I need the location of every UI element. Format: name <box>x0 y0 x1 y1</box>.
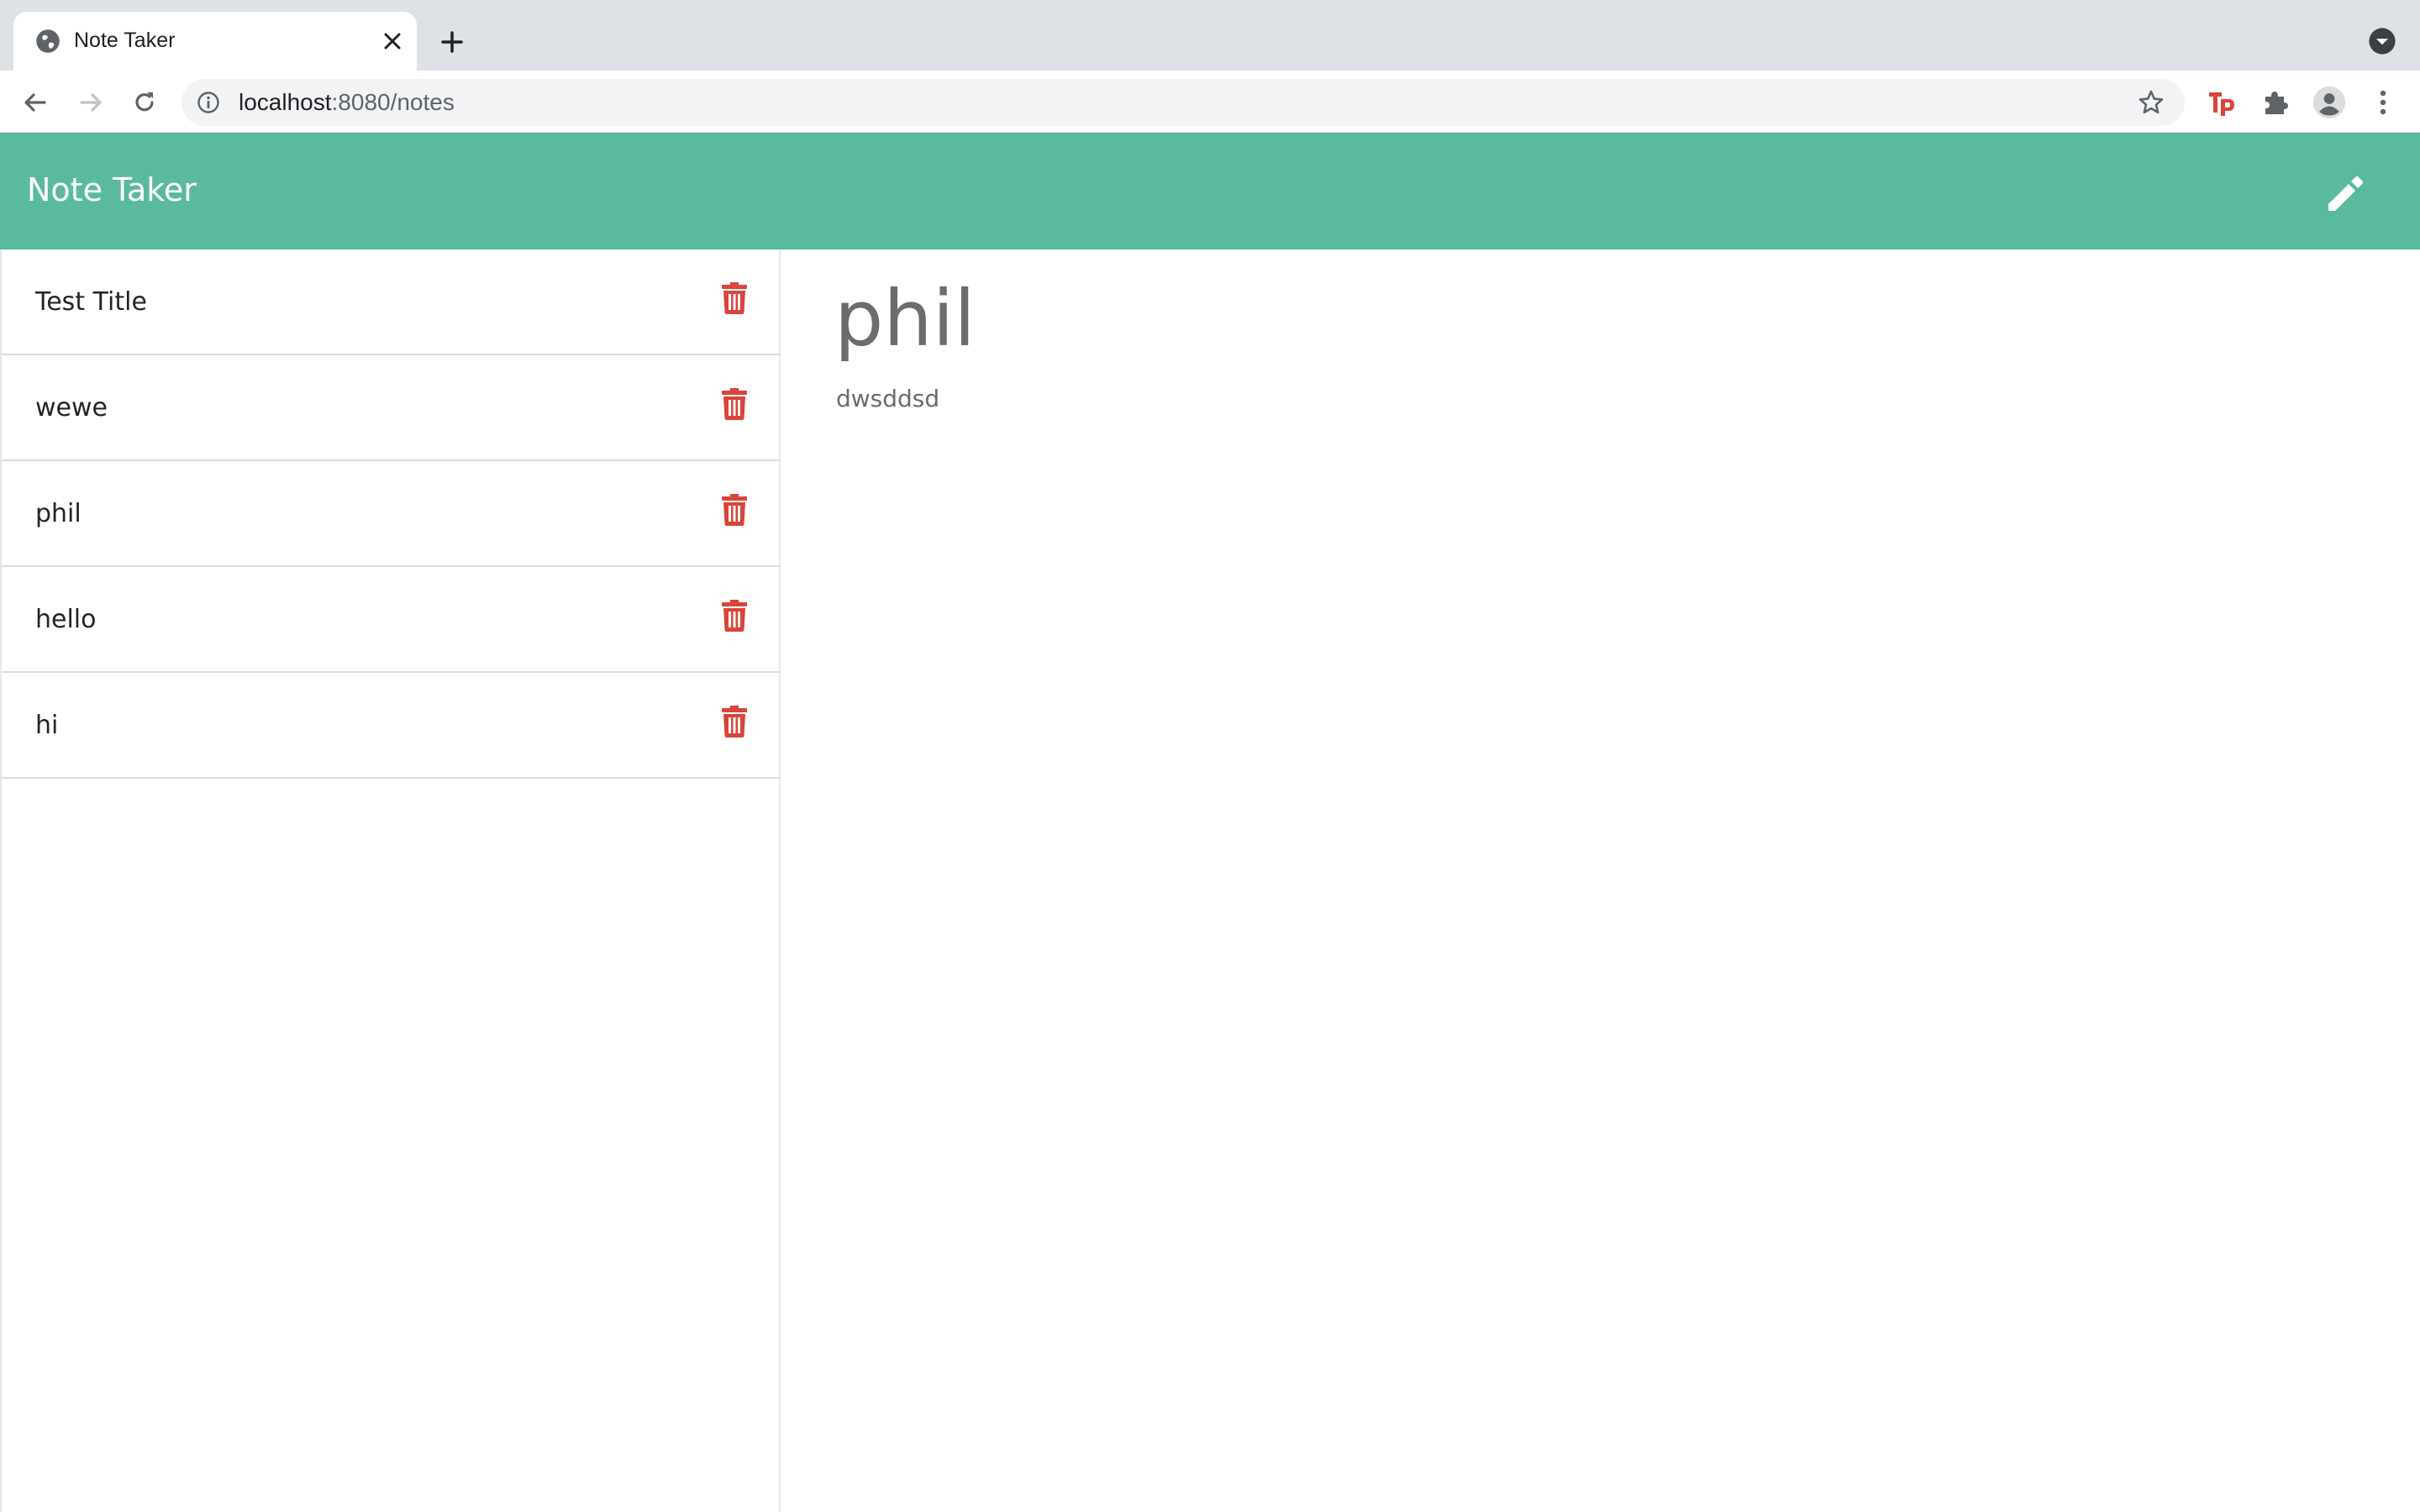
trash-icon <box>722 494 747 526</box>
plus-icon <box>441 31 463 53</box>
arrow-right-icon <box>80 93 102 112</box>
app-title[interactable]: Note Taker <box>27 170 197 210</box>
note-list-item[interactable]: Test Title <box>2 249 781 355</box>
note-list-item[interactable]: hello <box>2 567 781 673</box>
browser-tab[interactable]: Note Taker <box>13 12 417 71</box>
reload-button[interactable] <box>128 86 161 119</box>
note-list-item[interactable]: wewe <box>2 355 781 461</box>
avatar-icon <box>2312 86 2346 119</box>
new-note-button[interactable] <box>2319 166 2373 220</box>
note-list-item[interactable]: hi <box>2 673 781 779</box>
trash-icon <box>722 388 747 420</box>
info-icon[interactable] <box>197 91 220 114</box>
note-item-title[interactable]: wewe <box>35 392 108 424</box>
delete-note-button[interactable] <box>718 386 751 423</box>
extension-tp-button[interactable] <box>2205 86 2238 119</box>
note-text-area[interactable]: dwsddsd <box>836 384 939 414</box>
url-host: localhost <box>239 89 332 115</box>
browser-menu-button[interactable] <box>2366 86 2400 119</box>
tab-search-icon[interactable] <box>2368 27 2396 55</box>
new-tab-button[interactable] <box>435 25 469 59</box>
address-bar[interactable]: localhost:8080/notes <box>182 79 2185 126</box>
trash-icon <box>722 600 747 632</box>
trash-icon <box>722 706 747 738</box>
notes-sidebar: Test Title wewe phil hello hi <box>0 249 781 1512</box>
puzzle-icon <box>2265 92 2288 114</box>
url-path: :8080/notes <box>331 89 455 115</box>
browser-toolbar: localhost:8080/notes <box>0 71 2420 133</box>
reload-icon <box>135 92 154 112</box>
globe-icon <box>36 29 60 53</box>
note-list: Test Title wewe phil hello hi <box>2 249 781 779</box>
forward-button[interactable] <box>74 86 108 119</box>
pencil-icon <box>2328 176 2363 211</box>
more-vertical-icon <box>2380 90 2386 115</box>
profile-button[interactable] <box>2312 86 2346 119</box>
delete-note-button[interactable] <box>718 491 751 528</box>
note-item-title[interactable]: hello <box>35 604 97 636</box>
note-item-title[interactable]: phil <box>35 498 82 530</box>
app-header: Note Taker <box>0 133 2420 249</box>
note-editor: phil dwsddsd <box>782 249 2420 1512</box>
close-tab-button[interactable] <box>378 27 407 55</box>
note-item-title[interactable]: hi <box>35 710 58 742</box>
delete-note-button[interactable] <box>718 597 751 634</box>
extensions-button[interactable] <box>2259 86 2292 119</box>
note-list-item[interactable]: phil <box>2 461 781 567</box>
close-icon <box>384 33 401 50</box>
star-icon[interactable] <box>2138 89 2165 116</box>
note-title-field[interactable]: phil <box>834 273 976 365</box>
delete-note-button[interactable] <box>718 703 751 740</box>
url-text[interactable]: localhost:8080/notes <box>239 89 455 116</box>
trash-icon <box>722 282 747 314</box>
tab-title: Note Taker <box>74 29 176 52</box>
delete-note-button[interactable] <box>718 280 751 317</box>
tp-extension-icon <box>2209 92 2234 116</box>
arrow-left-icon <box>24 93 46 112</box>
back-button[interactable] <box>18 86 52 119</box>
browser-tabstrip: Note Taker <box>0 0 2420 71</box>
note-item-title[interactable]: Test Title <box>35 286 147 318</box>
